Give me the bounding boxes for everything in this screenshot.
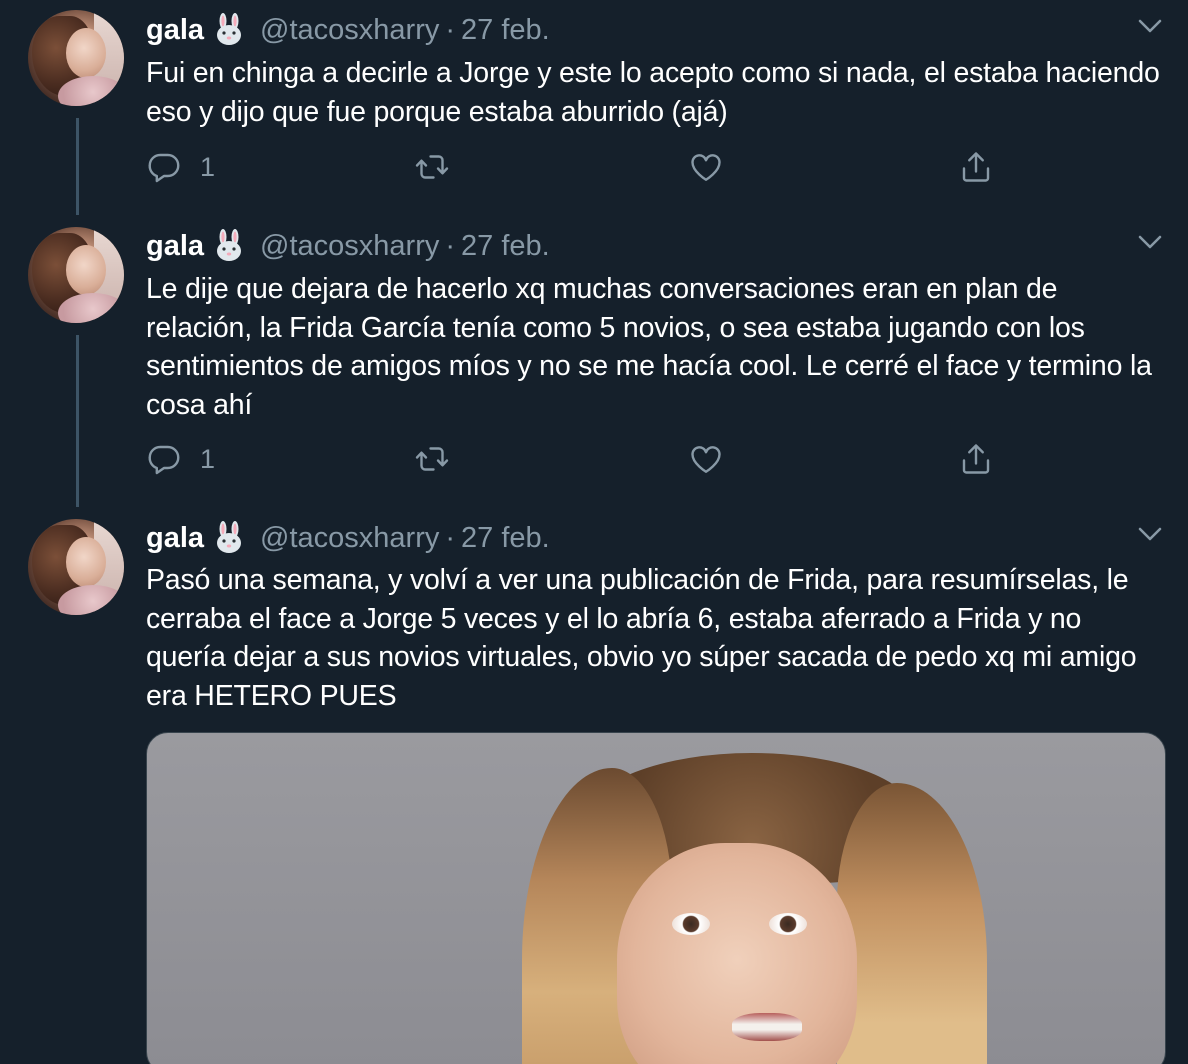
display-name[interactable]: gala bbox=[146, 522, 204, 555]
separator: · bbox=[445, 521, 456, 554]
tweet[interactable]: gala @tacosxharry · 27 feb. Pasó una sem… bbox=[0, 0, 1188, 1064]
user-handle[interactable]: @tacosxharry bbox=[260, 522, 439, 555]
timeline: gala @tacosxharry · 27 feb. Fui en ching… bbox=[0, 0, 1188, 1064]
tweet-media-image[interactable] bbox=[146, 732, 1166, 1064]
tweet-text: Pasó una semana, y volví a ver una publi… bbox=[146, 564, 1137, 712]
tweet-date[interactable]: 27 feb. bbox=[461, 522, 550, 555]
avatar[interactable] bbox=[28, 519, 124, 615]
rabbit-face-icon bbox=[217, 521, 242, 553]
chevron-down-icon[interactable] bbox=[1136, 524, 1164, 544]
tweet-header: gala @tacosxharry · 27 feb. bbox=[146, 518, 550, 558]
